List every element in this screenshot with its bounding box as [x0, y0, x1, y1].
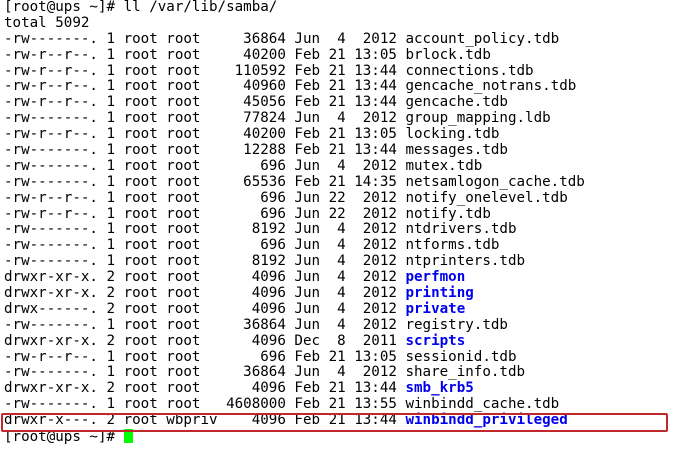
- file-metadata: -rw-------. 1 root root 65536 Feb 21 14:…: [4, 173, 406, 190]
- listing-row: drwx------. 2 root root 4096 Jun 4 2012 …: [0, 300, 685, 318]
- file-name: connections.tdb: [405, 62, 534, 79]
- file-metadata: drwx------. 2 root root 4096 Jun 4 2012: [4, 300, 406, 317]
- file-name: winbindd_cache.tdb: [405, 396, 560, 413]
- file-metadata: drwxr-xr-x. 2 root root 4096 Jun 4 2012: [4, 285, 406, 302]
- file-name: ntprinters.tdb: [405, 253, 526, 270]
- directory-name: smb_krb5: [405, 380, 474, 397]
- file-name: registry.tdb: [405, 316, 508, 333]
- command-line: [root@ups ~]# ll /var/lib/samba/: [4, 0, 278, 15]
- listing-row: drwxr-xr-x. 2 root root 4096 Jun 4 2012 …: [0, 269, 685, 286]
- listing-row: -rw-------. 1 root root 65536 Feb 21 14:…: [0, 173, 685, 191]
- file-metadata: -rw-r--r--. 1 root root 696 Feb 21 13:05: [4, 348, 406, 365]
- file-metadata: -rw-r--r--. 1 root root 110592 Feb 21 13…: [4, 62, 406, 79]
- file-metadata: drwxr-x---. 2 root wbpriv 4096 Feb 21 13…: [4, 412, 406, 429]
- file-metadata: -rw-------. 1 root root 8192 Jun 4 2012: [4, 253, 406, 270]
- listing-row: -rw-------. 1 root root 77824 Jun 4 2012…: [0, 110, 685, 127]
- listing-row: -rw-r--r--. 1 root root 40960 Feb 21 13:…: [0, 79, 685, 95]
- file-metadata: -rw-------. 1 root root 77824 Jun 4 2012: [4, 110, 406, 127]
- file-metadata: -rw-r--r--. 1 root root 45056 Feb 21 13:…: [4, 94, 406, 111]
- directory-name: perfmon: [405, 269, 466, 286]
- file-metadata: -rw-------. 1 root root 8192 Jun 4 2012: [4, 221, 406, 238]
- file-name: gencache.tdb: [405, 94, 508, 111]
- file-metadata: -rw-------. 1 root root 696 Jun 4 2012: [4, 237, 406, 254]
- file-metadata: drwxr-xr-x. 2 root root 4096 Jun 4 2012: [4, 269, 406, 286]
- listing-row: -rw-------. 1 root root 8192 Jun 4 2012 …: [0, 253, 685, 270]
- file-metadata: -rw-------. 1 root root 696 Jun 4 2012: [4, 157, 406, 174]
- file-name: group_mapping.ldb: [405, 110, 551, 127]
- listing-row: -rw-r--r--. 1 root root 40200 Feb 21 13:…: [0, 46, 685, 64]
- file-metadata: -rw-r--r--. 1 root root 696 Jun 22 2012: [4, 205, 406, 222]
- file-metadata: drwxr-xr-x. 2 root root 4096 Feb 21 13:4…: [4, 380, 406, 397]
- listing-row: -rw-------. 1 root root 36864 Jun 4 2012…: [0, 316, 685, 334]
- file-name: locking.tdb: [405, 126, 500, 143]
- file-name: netsamlogon_cache.tdb: [405, 173, 585, 190]
- listing-row: drwxr-xr-x. 2 root root 4096 Jun 4 2012 …: [0, 285, 685, 302]
- file-name: notify.tdb: [405, 205, 491, 222]
- listing-row: -rw-r--r--. 1 root root 45056 Feb 21 13:…: [0, 94, 685, 111]
- file-metadata: -rw-r--r--. 1 root root 40960 Feb 21 13:…: [4, 78, 406, 95]
- listing-row: -rw-r--r--. 1 root root 110592 Feb 21 13…: [0, 62, 685, 80]
- file-name: mutex.tdb: [405, 157, 483, 174]
- file-name: sessionid.tdb: [405, 348, 517, 365]
- cursor: [123, 429, 133, 444]
- file-name: share_info.tdb: [405, 364, 526, 381]
- file-metadata: -rw-r--r--. 1 root root 40200 Feb 21 13:…: [4, 126, 406, 143]
- directory-name: scripts: [405, 332, 466, 349]
- prompt-text: [root@ups ~]#: [4, 429, 124, 446]
- file-metadata: -rw-------. 1 root root 36864 Jun 4 2012: [4, 30, 406, 47]
- file-metadata: -rw-------. 1 root root 36864 Jun 4 2012: [4, 316, 406, 333]
- file-name: messages.tdb: [405, 142, 508, 159]
- file-name: notify_onelevel.tdb: [405, 189, 568, 206]
- listing-row: -rw-------. 1 root root 36864 Jun 4 2012…: [0, 30, 685, 48]
- file-name: gencache_notrans.tdb: [405, 78, 577, 95]
- listing-row: -rw-------. 1 root root 696 Jun 4 2012 n…: [0, 237, 685, 254]
- file-metadata: -rw-------. 1 root root 4608000 Feb 21 1…: [4, 396, 406, 413]
- total-line: total 5092: [4, 14, 90, 31]
- file-metadata: drwxr-xr-x. 2 root root 4096 Dec 8 2011: [4, 332, 406, 349]
- file-name: brlock.tdb: [405, 46, 491, 63]
- file-metadata: -rw-------. 1 root root 12288 Feb 21 13:…: [4, 142, 406, 159]
- directory-listing: -rw-------. 1 root root 36864 Jun 4 2012…: [0, 30, 685, 429]
- directory-name: winbindd_privileged: [405, 412, 568, 429]
- listing-row: -rw-r--r--. 1 root root 696 Feb 21 13:05…: [0, 348, 685, 366]
- file-name: ntdrivers.tdb: [405, 221, 517, 238]
- directory-name: printing: [405, 285, 474, 302]
- terminal-window[interactable]: [root@ups ~]# ll /var/lib/samba/ total 5…: [0, 0, 685, 455]
- listing-row: drwxr-x---. 2 root wbpriv 4096 Feb 21 13…: [0, 412, 685, 429]
- file-name: account_policy.tdb: [405, 30, 560, 47]
- listing-row: -rw-------. 1 root root 12288 Feb 21 13:…: [0, 142, 685, 159]
- file-name: ntforms.tdb: [405, 237, 500, 254]
- listing-row: drwxr-xr-x. 2 root root 4096 Feb 21 13:4…: [0, 380, 685, 397]
- file-metadata: -rw-------. 1 root root 36864 Jun 4 2012: [4, 364, 406, 381]
- listing-row: -rw-r--r--. 1 root root 696 Jun 22 2012 …: [0, 205, 685, 223]
- prompt-line[interactable]: [root@ups ~]#: [0, 429, 685, 445]
- listing-row: drwxr-xr-x. 2 root root 4096 Dec 8 2011 …: [0, 332, 685, 350]
- listing-row: -rw-------. 1 root root 36864 Jun 4 2012…: [0, 365, 685, 381]
- file-metadata: -rw-r--r--. 1 root root 696 Jun 22 2012: [4, 189, 406, 206]
- listing-row: -rw-r--r--. 1 root root 40200 Feb 21 13:…: [0, 126, 685, 143]
- file-metadata: -rw-r--r--. 1 root root 40200 Feb 21 13:…: [4, 46, 406, 63]
- listing-row: -rw-------. 1 root root 8192 Jun 4 2012 …: [0, 222, 685, 238]
- listing-row: -rw-------. 1 root root 4608000 Feb 21 1…: [0, 396, 685, 413]
- listing-row: -rw-------. 1 root root 696 Jun 4 2012 m…: [0, 157, 685, 175]
- directory-name: private: [405, 300, 466, 317]
- listing-row: -rw-r--r--. 1 root root 696 Jun 22 2012 …: [0, 189, 685, 207]
